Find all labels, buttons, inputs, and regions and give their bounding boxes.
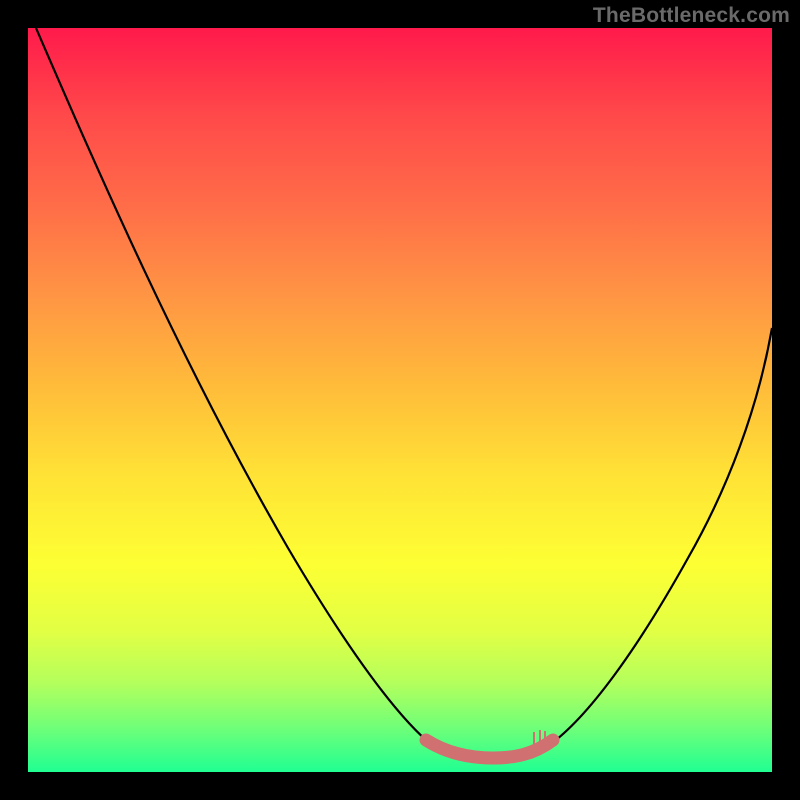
curve-layer [28, 28, 772, 772]
curve-right [548, 328, 772, 746]
chart-frame: TheBottleneck.com [0, 0, 800, 800]
curve-left [36, 28, 433, 746]
plot-area [28, 28, 772, 772]
watermark-text: TheBottleneck.com [593, 4, 790, 28]
